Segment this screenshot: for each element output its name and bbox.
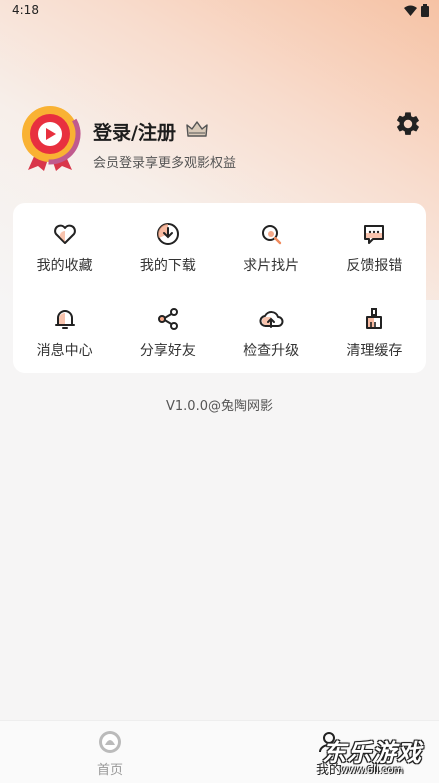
crown-icon <box>186 121 208 137</box>
watermark-main: 东乐游戏 <box>322 739 422 767</box>
menu-card: 我的收藏 我的下载 求片找片 反馈报错 消息中心 分享好友 检查升级 清理缓存 <box>13 203 426 373</box>
login-register-title[interactable]: 登录/注册 <box>93 118 176 145</box>
menu-item-clear-cache[interactable]: 清理缓存 <box>323 288 426 373</box>
menu-item-request-film[interactable]: 求片找片 <box>220 203 323 288</box>
menu-item-favorites[interactable]: 我的收藏 <box>13 203 116 288</box>
menu-item-label: 清理缓存 <box>346 343 403 359</box>
watermark-url: www.6ll.com <box>340 765 404 776</box>
menu-item-label: 消息中心 <box>36 343 93 359</box>
status-bar: 4:18 <box>0 0 439 22</box>
menu-item-label: 我的下载 <box>139 258 196 274</box>
tab-home[interactable]: 首页 <box>86 729 134 778</box>
feedback-icon <box>364 225 385 244</box>
watermark: 东乐游戏 www.6ll.com <box>322 733 437 781</box>
status-time: 4:18 <box>12 3 39 17</box>
heart-icon <box>53 224 76 244</box>
broom-icon <box>366 308 383 329</box>
menu-item-label: 我的收藏 <box>36 258 93 274</box>
search-film-icon <box>262 225 282 245</box>
tab-home-label: 首页 <box>96 763 123 778</box>
login-subtitle: 会员登录享更多观影权益 <box>93 156 237 171</box>
bell-icon <box>54 310 75 329</box>
cloud-upload-icon <box>259 311 284 328</box>
download-icon <box>156 223 179 245</box>
gear-icon[interactable] <box>394 110 422 138</box>
menu-item-feedback[interactable]: 反馈报错 <box>323 203 426 288</box>
menu-grid: 我的收藏 我的下载 求片找片 反馈报错 消息中心 分享好友 检查升级 清理缓存 <box>13 203 426 373</box>
menu-item-label: 分享好友 <box>139 343 196 359</box>
share-icon <box>157 308 178 330</box>
menu-item-messages[interactable]: 消息中心 <box>13 288 116 373</box>
menu-item-check-update[interactable]: 检查升级 <box>220 288 323 373</box>
menu-item-downloads[interactable]: 我的下载 <box>116 203 219 288</box>
menu-item-label: 反馈报错 <box>346 258 403 274</box>
menu-item-label: 检查升级 <box>243 343 300 359</box>
wifi-icon <box>404 5 417 16</box>
menu-item-share[interactable]: 分享好友 <box>116 288 219 373</box>
menu-item-label: 求片找片 <box>243 258 300 274</box>
app-logo-avatar[interactable] <box>14 104 86 172</box>
battery-icon <box>421 4 429 17</box>
home-icon <box>99 731 121 753</box>
version-text: V1.0.0@兔陶网影 <box>166 399 273 414</box>
status-icons <box>404 4 429 17</box>
